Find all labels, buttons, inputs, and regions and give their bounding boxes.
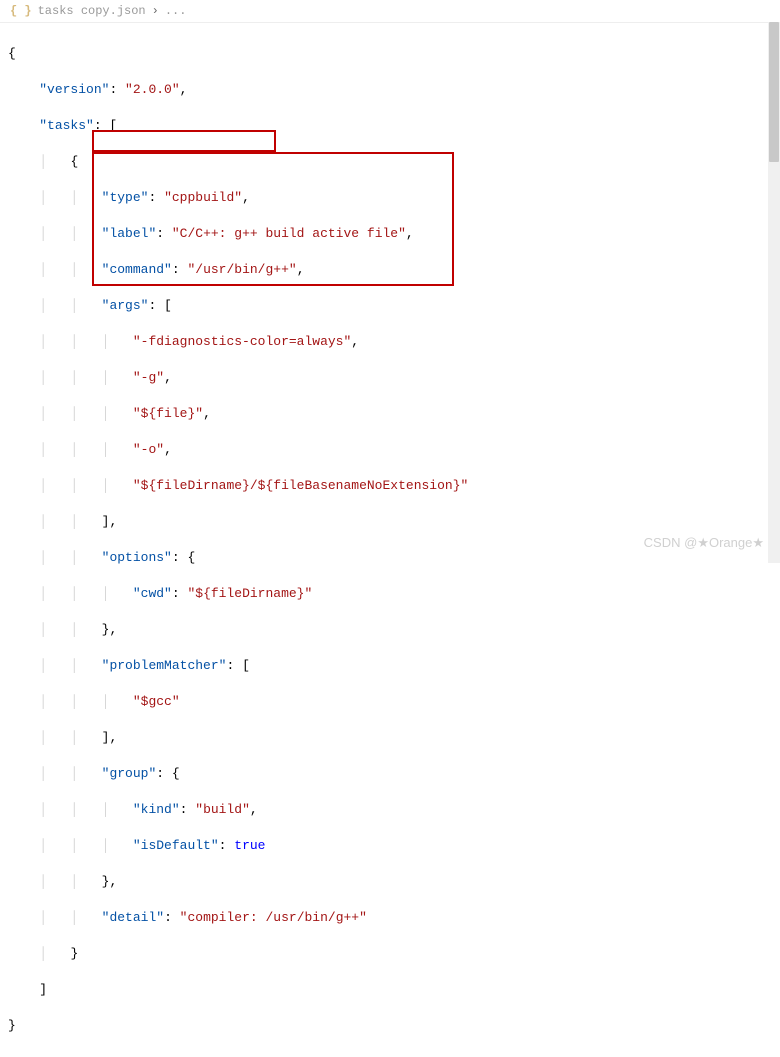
json-bool: true: [234, 838, 265, 853]
bracket-close: ]: [39, 982, 47, 997]
json-string: "compiler: /usr/bin/g++": [180, 910, 367, 925]
brace-close: }: [102, 622, 110, 637]
json-key: "args": [102, 298, 149, 313]
chevron-right-icon: ›: [152, 4, 159, 18]
json-string: "build": [195, 802, 250, 817]
json-string: "C/C++: g++ build active file": [172, 226, 406, 241]
json-key: "tasks": [39, 118, 94, 133]
watermark: CSDN @★Orange★: [644, 535, 764, 551]
brace-close: }: [70, 946, 78, 961]
json-key: "cwd": [133, 586, 172, 601]
brace-close: }: [102, 874, 110, 889]
brace-open: {: [70, 154, 78, 169]
json-key: "isDefault": [133, 838, 219, 853]
bracket-close: ]: [102, 730, 110, 745]
json-string: "/usr/bin/g++": [187, 262, 296, 277]
scrollbar-track[interactable]: [768, 22, 780, 563]
json-string: "$gcc": [133, 694, 180, 709]
json-string: "${fileDirname}/${fileBasenameNoExtensio…: [133, 478, 468, 493]
json-key: "command": [102, 262, 172, 277]
json-key: "label": [102, 226, 157, 241]
json-string: "${file}": [133, 406, 203, 421]
json-key: "type": [102, 190, 149, 205]
json-string: "-g": [133, 370, 164, 385]
scrollbar-thumb[interactable]: [769, 22, 779, 162]
json-string: "cppbuild": [164, 190, 242, 205]
brace-open: {: [8, 46, 16, 61]
json-key: "version": [39, 82, 109, 97]
breadcrumb-ellipsis[interactable]: ...: [165, 4, 187, 18]
json-key: "kind": [133, 802, 180, 817]
json-key: "group": [102, 766, 157, 781]
breadcrumb[interactable]: { } tasks copy.json › ...: [0, 0, 780, 23]
json-key: "detail": [102, 910, 164, 925]
json-file-icon: { }: [10, 4, 32, 18]
json-string: "-fdiagnostics-color=always": [133, 334, 351, 349]
json-string: "-o": [133, 442, 164, 457]
breadcrumb-file[interactable]: tasks copy.json: [38, 4, 146, 18]
json-key: "problemMatcher": [102, 658, 227, 673]
json-string: "${fileDirname}": [187, 586, 312, 601]
brace-close: }: [8, 1018, 16, 1033]
json-string: "2.0.0": [125, 82, 180, 97]
